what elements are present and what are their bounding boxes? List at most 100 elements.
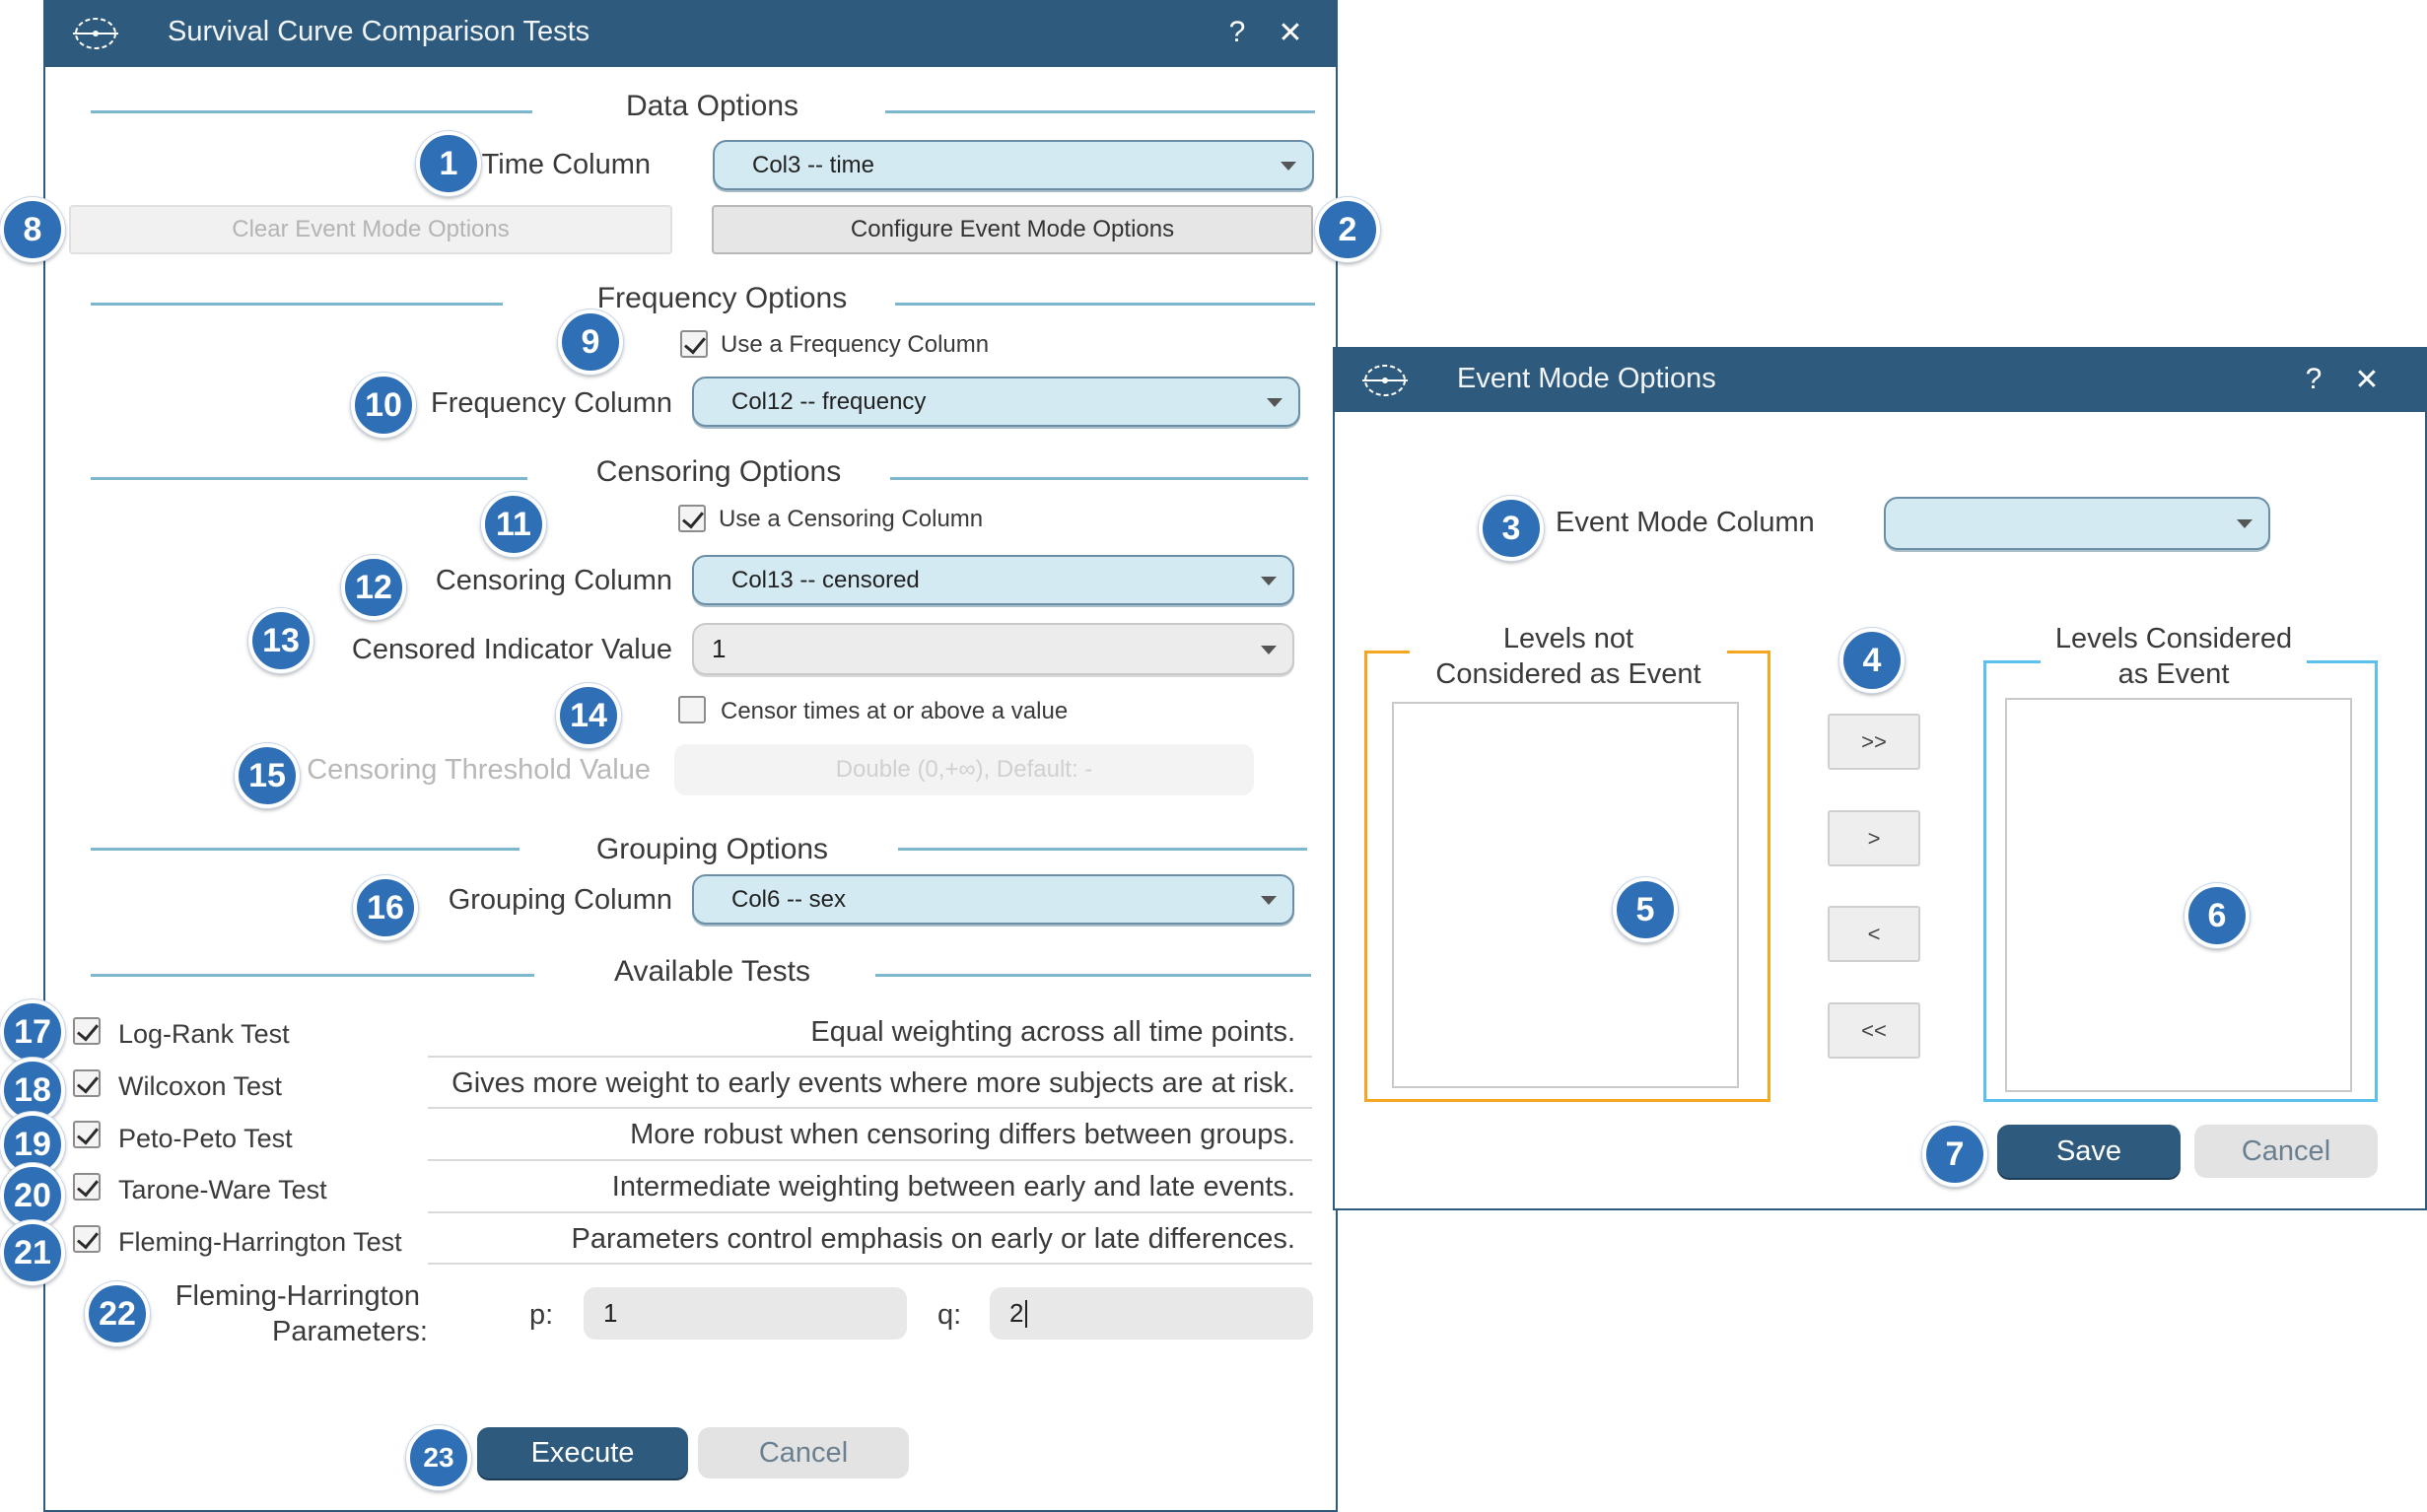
levels-event-list[interactable] xyxy=(2005,698,2352,1092)
callout-marker: 16 xyxy=(353,875,418,940)
censored-indicator-select[interactable]: 1 xyxy=(692,623,1294,675)
close-icon[interactable]: ✕ xyxy=(1274,16,1307,50)
levels-not-event-title: Levels not Considered as Event xyxy=(1410,621,1727,692)
use-censoring-checkbox[interactable] xyxy=(678,505,706,532)
censoring-column-select[interactable]: Col13 -- censored xyxy=(692,555,1294,605)
censoring-options-title: Censoring Options xyxy=(595,455,842,488)
cancel-button[interactable]: Cancel xyxy=(698,1427,909,1478)
test-description: Parameters control emphasis on early or … xyxy=(571,1223,1296,1255)
event-cancel-button[interactable]: Cancel xyxy=(2194,1125,2378,1178)
test-name: Wilcoxon Test xyxy=(118,1071,283,1101)
callout-marker: 13 xyxy=(248,608,313,673)
fleming-harrington-checkbox[interactable] xyxy=(73,1225,101,1253)
censored-indicator-label: Censored Indicator Value xyxy=(351,634,672,665)
test-name: Fleming-Harrington Test xyxy=(118,1227,402,1257)
fh-params-label-line2: Parameters: xyxy=(272,1316,428,1347)
use-frequency-label: Use a Frequency Column xyxy=(721,331,990,358)
row-divider xyxy=(428,1159,1312,1161)
p-label: p: xyxy=(529,1299,554,1331)
section-divider xyxy=(91,477,527,480)
event-mode-column-select[interactable] xyxy=(1884,497,2270,550)
censor-threshold-checkbox[interactable] xyxy=(678,696,706,723)
clear-event-mode-button[interactable]: Clear Event Mode Options xyxy=(69,205,672,254)
move-all-left-button[interactable]: << xyxy=(1828,1002,1920,1059)
time-column-select[interactable]: Col3 -- time xyxy=(713,140,1314,190)
callout-marker: 10 xyxy=(351,373,416,438)
p-value: 1 xyxy=(603,1298,618,1328)
app-logo-icon xyxy=(73,18,118,49)
censoring-threshold-input[interactable]: Double (0,+∞), Default: - xyxy=(674,744,1254,795)
levels-not-event-title-line1: Levels not xyxy=(1502,623,1634,654)
frequency-column-select[interactable]: Col12 -- frequency xyxy=(692,377,1300,427)
callout-marker: 7 xyxy=(1922,1122,1987,1187)
callout-marker: 5 xyxy=(1613,877,1678,942)
section-divider xyxy=(91,974,534,977)
callout-marker: 8 xyxy=(0,197,65,262)
section-divider xyxy=(91,848,520,851)
test-name: Tarone-Ware Test xyxy=(118,1175,327,1204)
frequency-column-value: Col12 -- frequency xyxy=(731,387,927,415)
move-left-button[interactable]: < xyxy=(1828,906,1920,962)
execute-button[interactable]: Execute xyxy=(477,1427,688,1478)
close-icon[interactable]: ✕ xyxy=(2350,363,2384,397)
help-icon[interactable]: ? xyxy=(2299,363,2328,396)
p-input[interactable]: 1 xyxy=(584,1287,907,1340)
row-divider xyxy=(428,1263,1312,1265)
callout-marker: 20 xyxy=(0,1163,65,1228)
callout-marker: 21 xyxy=(0,1220,65,1285)
use-frequency-checkbox[interactable] xyxy=(680,330,708,358)
save-button[interactable]: Save xyxy=(1997,1125,2181,1178)
test-name: Log-Rank Test xyxy=(118,1019,290,1049)
grouping-column-select[interactable]: Col6 -- sex xyxy=(692,874,1294,925)
censoring-column-label: Censoring Column xyxy=(435,565,672,596)
test-description: Intermediate weighting between early and… xyxy=(611,1171,1295,1203)
grouping-column-label: Grouping Column xyxy=(448,884,672,916)
section-divider xyxy=(885,110,1315,113)
levels-not-event-title-line2: Considered as Event xyxy=(1435,658,1701,690)
text-cursor xyxy=(1025,1299,1028,1328)
grouping-column-value: Col6 -- sex xyxy=(731,885,847,913)
censor-threshold-checkbox-label: Censor times at or above a value xyxy=(721,698,1069,724)
callout-marker: 23 xyxy=(406,1425,471,1490)
callout-marker: 22 xyxy=(85,1281,150,1346)
q-input[interactable]: 2 xyxy=(990,1287,1313,1340)
chevron-down-icon xyxy=(1267,397,1283,407)
levels-not-event-list[interactable] xyxy=(1392,702,1739,1088)
test-description: More robust when censoring differs betwe… xyxy=(630,1119,1295,1150)
chevron-down-icon xyxy=(2237,519,2253,528)
app-logo-icon xyxy=(1362,365,1408,396)
chevron-down-icon xyxy=(1281,161,1296,171)
frequency-column-label: Frequency Column xyxy=(431,387,672,419)
log-rank-checkbox[interactable] xyxy=(73,1017,101,1045)
row-divider xyxy=(428,1056,1312,1058)
callout-marker: 2 xyxy=(1315,197,1380,262)
frequency-options-title: Frequency Options xyxy=(596,282,848,314)
q-value: 2 xyxy=(1009,1298,1024,1328)
levels-event-title: Levels Considered as Event xyxy=(2041,621,2307,692)
tarone-ware-checkbox[interactable] xyxy=(73,1173,101,1201)
help-icon[interactable]: ? xyxy=(1222,16,1252,49)
section-divider xyxy=(875,974,1311,977)
use-censoring-label: Use a Censoring Column xyxy=(719,506,984,532)
main-titlebar[interactable]: Survival Curve Comparison Tests ? ✕ xyxy=(45,2,1336,67)
section-divider xyxy=(890,477,1308,480)
wilcoxon-checkbox[interactable] xyxy=(73,1069,101,1097)
available-tests-title: Available Tests xyxy=(613,955,810,988)
configure-event-mode-button[interactable]: Configure Event Mode Options xyxy=(712,205,1313,254)
section-divider xyxy=(898,848,1307,851)
test-description: Equal weighting across all time points. xyxy=(810,1016,1295,1048)
peto-peto-checkbox[interactable] xyxy=(73,1121,101,1148)
callout-marker: 17 xyxy=(0,999,65,1065)
move-right-button[interactable]: > xyxy=(1828,810,1920,866)
callout-marker: 15 xyxy=(235,743,300,808)
callout-marker: 11 xyxy=(481,492,546,557)
move-all-right-button[interactable]: >> xyxy=(1828,714,1920,770)
callout-marker: 3 xyxy=(1479,496,1544,561)
event-titlebar[interactable]: Event Mode Options ? ✕ xyxy=(1335,349,2425,412)
levels-event-title-line2: as Event xyxy=(2117,658,2230,690)
section-divider xyxy=(895,303,1315,306)
row-divider xyxy=(428,1211,1312,1213)
data-options-title: Data Options xyxy=(625,90,799,122)
q-label: q: xyxy=(937,1299,962,1331)
time-column-value: Col3 -- time xyxy=(752,151,875,178)
